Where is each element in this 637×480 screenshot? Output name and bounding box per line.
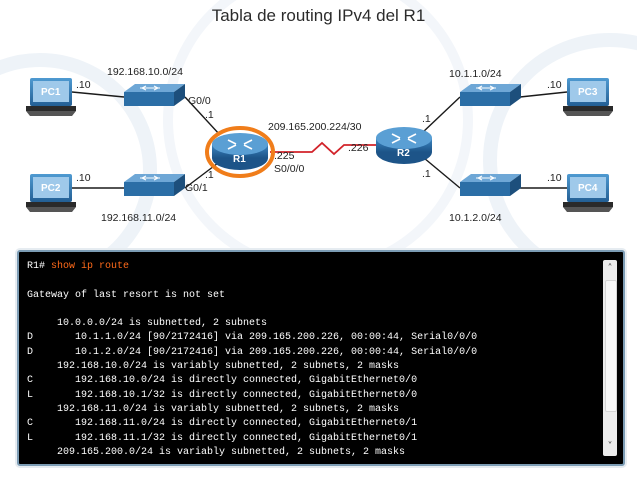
pc1-host-label: .10 <box>76 79 91 91</box>
terminal-line: 192.168.10.0/24 is variably subnetted, 2… <box>27 361 400 373</box>
pc3-label: PC3 <box>578 87 598 98</box>
net-pc2-label: 192.168.11.0/24 <box>101 212 177 224</box>
terminal-line: 10.0.0.0/24 is subnetted, 2 subnets <box>27 318 268 330</box>
terminal-lines: Gateway of last resort is not set 10.0.0… <box>27 290 477 458</box>
net-pc1-label: 192.168.10.0/24 <box>107 66 183 78</box>
r2-label: R2 <box>397 148 410 159</box>
terminal-line: 209.165.200.0/24 is variably subnetted, … <box>27 446 406 458</box>
r1-g01-ip-label: .1 <box>205 169 214 181</box>
terminal-prompt: R1# <box>27 261 52 272</box>
r1-s000-ip-label: .225 <box>274 150 295 162</box>
r1-g00-ip-label: .1 <box>205 109 214 121</box>
r1-g00-label: G0/0 <box>188 95 211 107</box>
pc2-label: PC2 <box>41 183 61 194</box>
terminal-line: L 192.168.11.1/32 is directly connected,… <box>27 432 418 444</box>
r1-g01-label: G0/1 <box>185 182 208 194</box>
pc4-label: PC4 <box>578 183 598 194</box>
pc2-host-label: .10 <box>76 172 91 184</box>
terminal-line: L 192.168.10.1/32 is directly connected,… <box>27 389 418 401</box>
net-pc4-label: 10.1.2.0/24 <box>449 212 502 224</box>
switch-3-icon <box>460 84 521 106</box>
terminal-scrollbar[interactable]: ˄ ˅ <box>603 260 617 456</box>
r2-bottom-ip-label: .1 <box>422 168 431 180</box>
switch-4-icon <box>460 174 521 196</box>
switch-1-icon <box>124 84 185 106</box>
pc3-host-label: .10 <box>547 79 562 91</box>
router-r1-icon <box>205 126 275 178</box>
r1-s000-label: S0/0/0 <box>274 163 305 175</box>
terminal-output: R1# show ip route Gateway of last resort… <box>27 260 595 460</box>
terminal-line: 192.168.11.0/24 is variably subnetted, 2… <box>27 403 400 415</box>
terminal-line: Gateway of last resort is not set <box>27 289 226 301</box>
switch-2-icon <box>124 174 185 196</box>
r1-label: R1 <box>233 154 246 165</box>
terminal-line: D 10.1.1.0/24 [90/2172416] via 209.165.2… <box>27 332 478 344</box>
pc4-host-label: .10 <box>547 172 562 184</box>
scroll-thumb[interactable] <box>605 280 617 412</box>
terminal-line: C 192.168.11.0/24 is directly connected,… <box>27 418 418 430</box>
net-pc3-label: 10.1.1.0/24 <box>449 68 502 80</box>
chevron-down-icon[interactable]: ˅ <box>603 440 617 454</box>
pc1-label: PC1 <box>41 87 61 98</box>
terminal-line: D 10.1.2.0/24 [90/2172416] via 209.165.2… <box>27 346 478 358</box>
terminal-window[interactable]: R1# show ip route Gateway of last resort… <box>17 250 625 466</box>
r2-s-ip-label: .226 <box>348 142 369 154</box>
r2-top-ip-label: .1 <box>422 113 431 125</box>
terminal-line: C 192.168.10.0/24 is directly connected,… <box>27 375 418 387</box>
wan-net-label: 209.165.200.224/30 <box>268 121 362 133</box>
chevron-up-icon[interactable]: ˄ <box>603 262 617 276</box>
links <box>71 91 568 189</box>
terminal-command: show ip route <box>51 261 130 272</box>
